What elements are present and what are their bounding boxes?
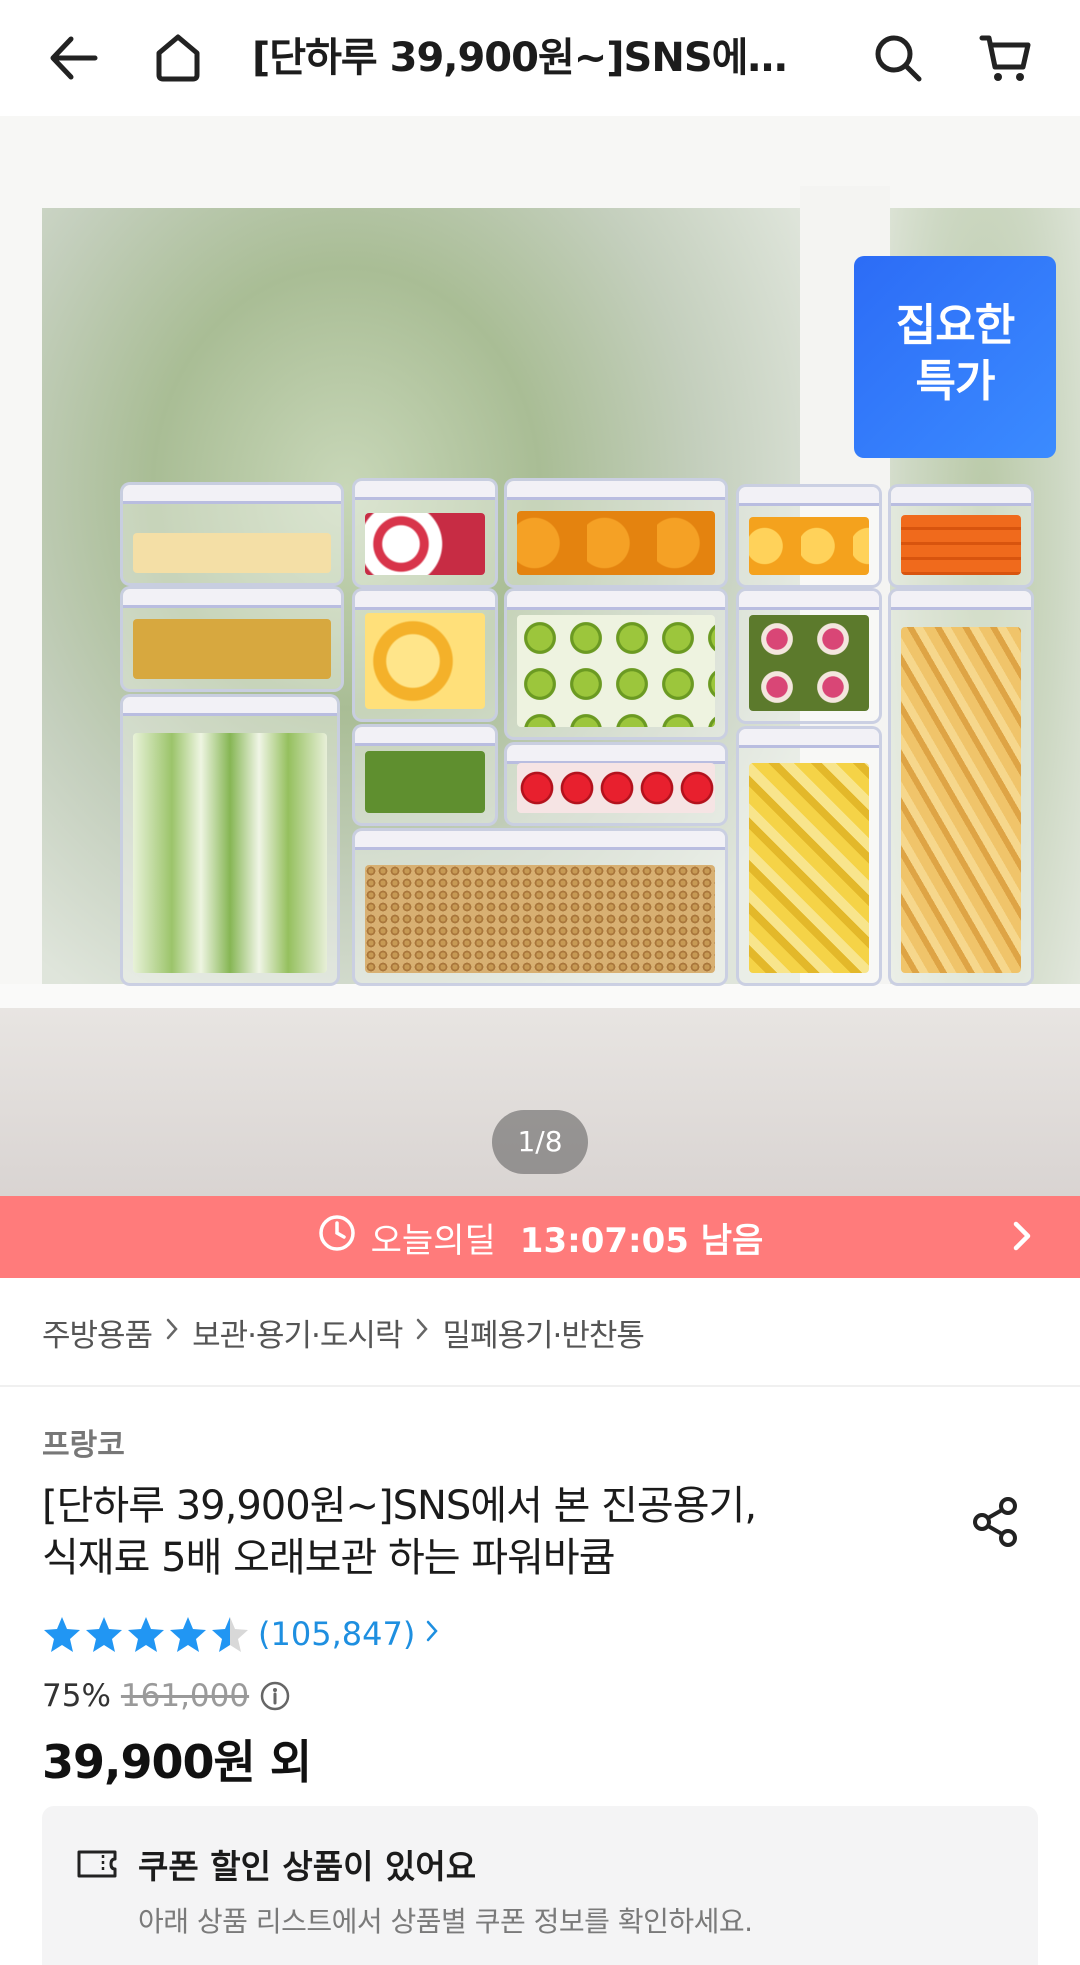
image-page-indicator: 1/8 [492,1110,588,1174]
star-half-icon [212,1617,248,1652]
star-full-icon [170,1617,206,1652]
container-penne [888,588,1034,986]
container-radish [352,478,498,588]
product-image-carousel[interactable]: 집요한 특가 1/8 [0,116,1080,1196]
container-farfalle [736,726,882,986]
page-title: [단하루 39,900원~]SNS에서 본 진공용기, 식재료 5배 오래보관 … [252,35,812,81]
review-count[interactable]: (105,847) [258,1615,415,1653]
chevron-right-icon [162,1314,182,1350]
discount-rate: 75% [42,1678,111,1714]
container-grain [120,586,344,692]
coupon-icon [77,1850,117,1878]
container-orange [736,484,882,588]
share-icon[interactable] [968,1494,1024,1550]
badge-line-1: 집요한 [895,300,1015,351]
breadcrumb-item[interactable]: 밀폐용기·반찬통 [442,1310,644,1355]
container-orange-slice [504,478,728,588]
container-leek [120,694,340,986]
chevron-right-icon [423,1617,441,1652]
container-fig [736,588,882,724]
star-full-icon [86,1617,122,1652]
deal-countdown: 13:07:05 남음 [519,1220,764,1261]
special-deal-badge: 집요한 특가 [854,256,1056,458]
sale-price: 39,900원 외 [42,1735,312,1789]
star-rating [42,1614,250,1654]
brand-name[interactable]: 프랑코 [42,1420,125,1464]
search-icon[interactable] [868,28,928,88]
product-title-line: [단하루 39,900원~]SNS에서 본 진공용기, [42,1483,757,1529]
original-price: 161,000 [120,1678,250,1714]
deal-label: 오늘의딜 [370,1220,496,1261]
container-mixed-grain [352,828,728,986]
info-icon[interactable] [259,1680,291,1712]
coupon-subtitle: 아래 상품 리스트에서 상품별 쿠폰 정보를 확인하세요. [138,1905,753,1938]
todays-deal-bar[interactable]: 오늘의딜 13:07:05 남음 [0,1196,1080,1278]
badge-line-2: 특가 [915,356,996,407]
container-carrot [888,484,1034,588]
breadcrumb-item[interactable]: 주방용품 [42,1310,153,1355]
coupon-notice: 쿠폰 할인 상품이 있어요 아래 상품 리스트에서 상품별 쿠폰 정보를 확인하… [42,1806,1038,1965]
rating-summary[interactable]: (105,847) [42,1612,441,1656]
top-app-bar: [단하루 39,900원~]SNS에서 본 진공용기, 식재료 5배 오래보관 … [0,0,1080,116]
price-discount-row: 75% 161,000 [42,1674,291,1718]
breadcrumb-item[interactable]: 보관·용기·도시락 [192,1310,403,1355]
container-pepper [352,724,498,826]
container-strawberry [504,742,728,826]
star-full-icon [44,1617,80,1652]
coupon-title: 쿠폰 할인 상품이 있어요 [138,1847,477,1886]
container-cheese [120,482,344,586]
breadcrumb: 주방용품 보관·용기·도시락 밀폐용기·반찬통 [42,1308,645,1356]
home-icon[interactable] [148,28,208,88]
section-divider [0,1385,1080,1387]
back-arrow-icon[interactable] [42,28,102,88]
product-title-line: 식재료 5배 오래보관 하는 파워바큠 [42,1535,616,1581]
container-green-plum [504,588,728,740]
background-ledge [0,984,1080,1008]
star-full-icon [128,1617,164,1652]
clock-icon [317,1213,357,1262]
cart-icon[interactable] [975,28,1035,88]
chevron-right-icon [412,1314,432,1350]
product-title: [단하루 39,900원~]SNS에서 본 진공용기, 식재료 5배 오래보관 … [42,1480,822,1584]
container-lemon [352,588,498,722]
chevron-right-icon [1002,1216,1042,1256]
